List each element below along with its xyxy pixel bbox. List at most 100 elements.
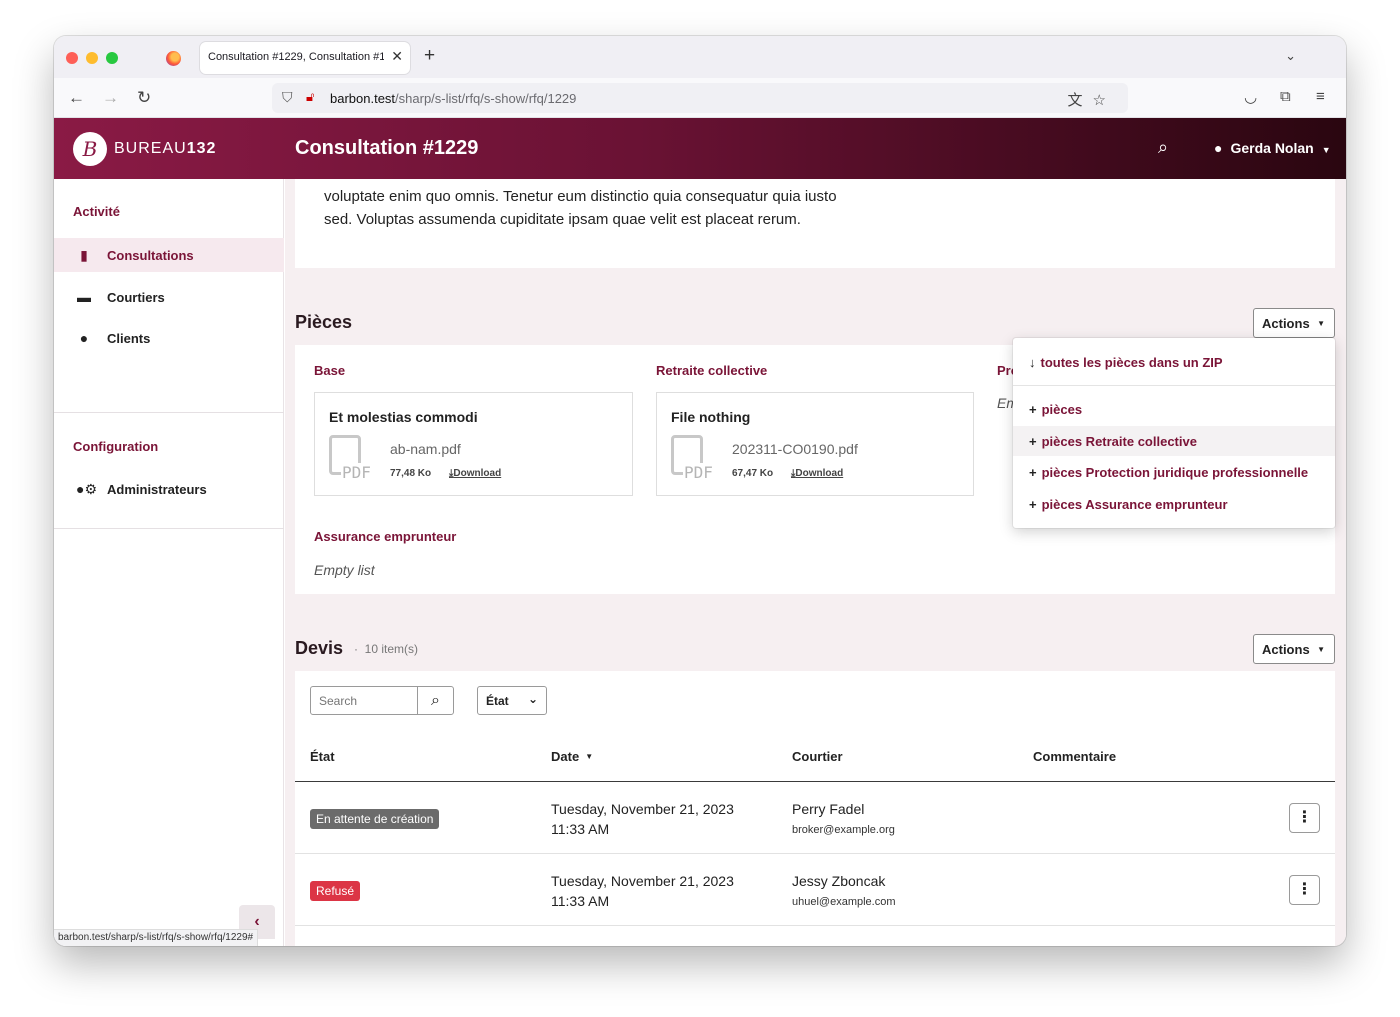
broker-email: broker@example.org <box>792 824 895 836</box>
broker-email: uhuel@example.com <box>792 896 896 908</box>
list-tabs-icon[interactable]: ⌄ <box>1285 48 1296 64</box>
state-filter-dropdown[interactable]: État ⌄ <box>477 686 547 715</box>
description-card: voluptate enim quo omnis. Tenetur eum di… <box>295 179 1335 268</box>
browser-tab-bar: Consultation #1229, Consultation #1229 ✕… <box>54 36 1346 78</box>
caret-down-icon: ▼ <box>1317 319 1325 328</box>
bookmark-star-icon[interactable]: ☆ <box>1093 92 1116 109</box>
empty-list: Empty list <box>314 562 375 578</box>
table-header-divider <box>295 781 1335 782</box>
add-pieces-assurance-item[interactable]: + pièces Assurance emprunteur <box>1013 489 1335 519</box>
download-all-zip-item[interactable]: ↓ toutes les pièces dans un ZIP <box>1013 347 1335 377</box>
browser-tab[interactable]: Consultation #1229, Consultation #1229 ✕ <box>200 42 410 74</box>
sidebar-item-label: Courtiers <box>107 290 165 305</box>
file-card: Et molestias commodi PDF ab-nam.pdf 77,4… <box>314 392 633 496</box>
new-tab-icon[interactable]: + <box>424 45 435 67</box>
extensions-icon[interactable]: ⧉ <box>1280 88 1291 105</box>
menu-icon[interactable]: ≡ <box>1316 88 1325 105</box>
pieces-actions-dropdown: ↓ toutes les pièces dans un ZIP + pièces +… <box>1013 338 1335 528</box>
url-bar[interactable]: ⛉ 🔓︎ barbon.test/sharp/s-list/rfq/s-show… <box>272 83 1128 113</box>
dropdown-divider <box>1013 385 1335 386</box>
download-link[interactable]: ⤓Download <box>791 468 843 479</box>
main-content: voluptate enim quo omnis. Tenetur eum di… <box>285 179 1346 946</box>
sidebar-item-label: Administrateurs <box>107 482 207 497</box>
sidebar-item-clients[interactable]: ● Clients <box>54 321 284 355</box>
pdf-file-icon: PDF <box>671 435 717 483</box>
file-title: File nothing <box>671 409 751 425</box>
insecure-lock-icon[interactable]: 🔓︎ <box>306 89 314 105</box>
broker-name: Perry Fadel <box>792 801 865 817</box>
url-host: barbon.test <box>330 91 396 106</box>
sidebar-item-label: Clients <box>107 331 151 346</box>
minimize-window-button[interactable] <box>86 52 98 64</box>
column-header-broker: Courtier <box>792 749 843 764</box>
file-size: 77,48 Ko <box>390 468 432 479</box>
forward-icon[interactable]: → <box>102 88 119 108</box>
caret-down-icon: ▼ <box>1317 645 1325 654</box>
file-title: Et molestias commodi <box>329 409 478 425</box>
plus-icon: + <box>1029 497 1037 512</box>
actions-label: Actions <box>1262 642 1310 657</box>
sidebar: Activité ▮ Consultations ▬ Courtiers ● C… <box>54 179 284 946</box>
search-button[interactable]: ⌕ <box>418 687 453 714</box>
back-icon[interactable]: ← <box>68 88 85 108</box>
pieces-actions-button[interactable]: Actions ▼ <box>1253 308 1335 338</box>
devis-title: Devis <box>295 638 344 658</box>
row-actions-button[interactable]: ⋮ <box>1289 875 1320 905</box>
add-pieces-protection-item[interactable]: + pièces Protection juridique professionn… <box>1013 457 1335 487</box>
devis-count: · 10 item(s) <box>354 642 419 656</box>
file-icon: ▮ <box>80 247 88 263</box>
close-tab-icon[interactable]: ✕ <box>391 48 403 65</box>
plus-icon: + <box>1029 402 1037 417</box>
caret-down-icon: ▼ <box>1321 145 1331 155</box>
kebab-menu-icon: ⋮ <box>1296 809 1313 826</box>
arrow-down-icon: ↓ <box>1029 355 1036 370</box>
page-title: Consultation #1229 <box>295 137 479 159</box>
add-pieces-item[interactable]: + pièces <box>1013 394 1335 424</box>
add-pieces-retraite-item[interactable]: + pièces Retraite collective <box>1013 426 1335 456</box>
url-actions: 文☆ <box>1068 89 1116 110</box>
firefox-icon <box>166 51 181 66</box>
column-header-date[interactable]: Date ▼ <box>551 749 593 764</box>
user-icon: ● <box>1214 140 1223 156</box>
actions-label: Actions <box>1262 316 1310 331</box>
translate-icon[interactable]: 文 <box>1068 92 1093 109</box>
row-divider <box>295 925 1335 926</box>
row-actions-button[interactable]: ⋮ <box>1289 803 1320 833</box>
column-header-state: État <box>310 749 335 764</box>
reload-icon[interactable]: ↻ <box>137 88 151 108</box>
pieces-title: Pièces <box>295 312 353 332</box>
group-label-assurance: Assurance emprunteur <box>314 529 457 544</box>
brand-name[interactable]: BUREAU132 <box>114 140 216 158</box>
brand-suffix: 132 <box>186 140 217 157</box>
browser-nav-bar: ← → ↻ ⛉ 🔓︎ barbon.test/sharp/s-list/rfq/… <box>54 78 1346 118</box>
sidebar-item-label: Consultations <box>107 248 194 263</box>
status-badge: Refusé <box>310 881 361 901</box>
sidebar-item-consultations[interactable]: ▮ Consultations <box>54 238 284 272</box>
kebab-menu-icon: ⋮ <box>1296 881 1313 898</box>
column-header-comment: Commentaire <box>1033 749 1117 764</box>
url-text[interactable]: barbon.test/sharp/s-list/rfq/s-show/rfq/… <box>330 91 576 106</box>
row-date: Tuesday, November 21, 2023 11:33 AM <box>551 873 734 909</box>
pocket-icon[interactable]: ◡ <box>1244 88 1257 106</box>
user-menu[interactable]: ● Gerda Nolan ▼ <box>1214 140 1331 156</box>
download-link[interactable]: ⤓Download <box>449 468 501 479</box>
plus-icon: + <box>1029 465 1037 480</box>
sidebar-item-administrateurs[interactable]: ●⚙ Administrateurs <box>54 472 284 506</box>
broker-name: Jessy Zboncak <box>792 873 886 889</box>
group-label-base: Base <box>314 363 346 378</box>
brand-prefix: BUREAU <box>114 140 187 157</box>
sort-desc-icon: ▼ <box>585 752 594 761</box>
search-icon[interactable]: ⌕ <box>1158 137 1168 158</box>
devis-actions-button[interactable]: Actions ▼ <box>1253 634 1335 664</box>
search-input[interactable] <box>311 687 418 714</box>
app-header: B BUREAU132 Consultation #1229 ⌕ ● Gerda … <box>54 118 1346 179</box>
close-window-button[interactable] <box>66 52 78 64</box>
brand-logo[interactable]: B <box>73 132 107 166</box>
sidebar-item-courtiers[interactable]: ▬ Courtiers <box>54 280 284 314</box>
file-name: ab-nam.pdf <box>390 441 461 457</box>
maximize-window-button[interactable] <box>106 52 118 64</box>
file-name: 202311-CO0190.pdf <box>732 441 858 457</box>
file-size: 67,47 Ko <box>732 468 774 479</box>
search-box: ⌕ <box>310 686 454 715</box>
shield-icon[interactable]: ⛉ <box>282 89 293 106</box>
